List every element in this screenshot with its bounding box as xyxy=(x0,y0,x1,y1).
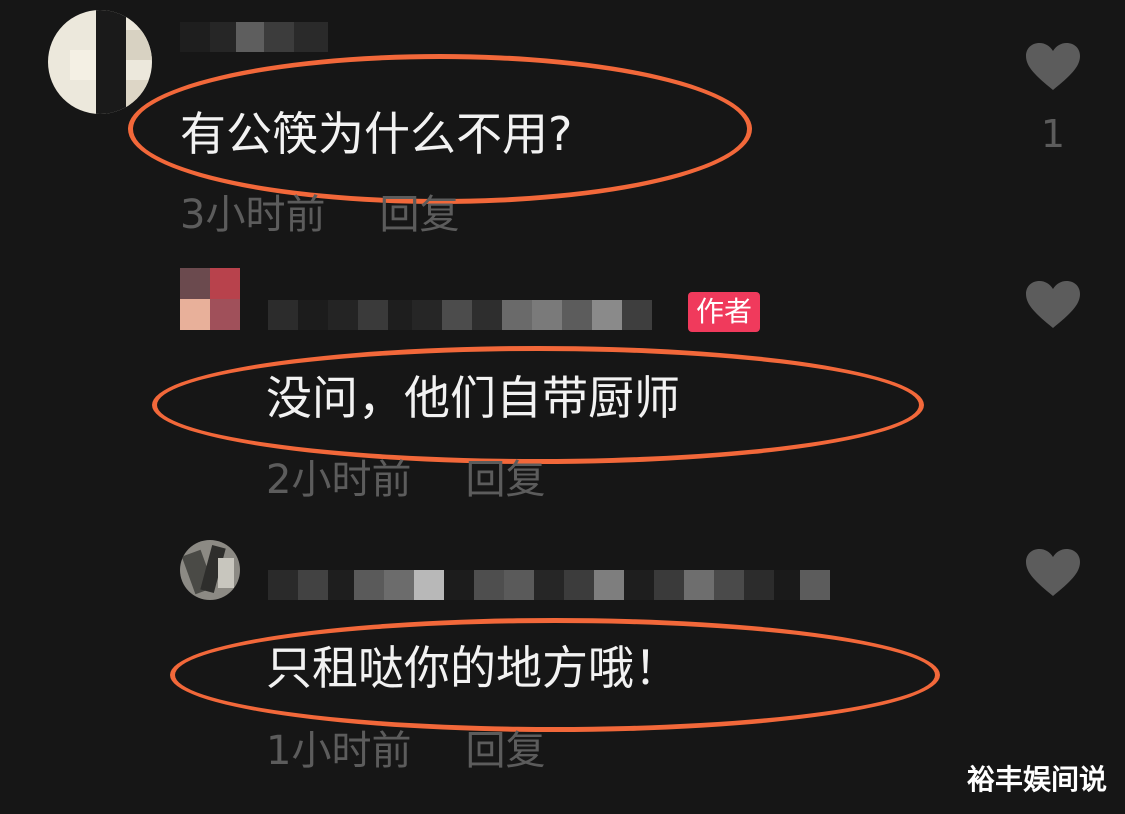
like-button[interactable] xyxy=(1023,280,1083,330)
username-redacted[interactable] xyxy=(268,300,652,330)
author-badge: 作者 xyxy=(688,292,761,332)
like-count: 1 xyxy=(1040,112,1066,156)
avatar[interactable] xyxy=(48,10,152,114)
comment-text[interactable]: 只租哒你的地方哦！ xyxy=(266,638,680,698)
comment-text[interactable]: 有公筷为什么不用? xyxy=(180,104,572,164)
heart-icon xyxy=(1026,549,1080,596)
reply-button[interactable]: 回复 xyxy=(465,728,545,774)
like-button[interactable]: 1 xyxy=(1023,42,1083,156)
reply-button[interactable]: 回复 xyxy=(379,192,459,238)
comment-meta: 2小时前 回复 xyxy=(266,455,545,505)
reply-button[interactable]: 回复 xyxy=(465,457,545,503)
avatar[interactable] xyxy=(180,268,240,330)
comment-item: 作者 没问，他们自带厨师 2小时前 回复 xyxy=(0,260,1125,520)
comment-meta: 3小时前 回复 xyxy=(180,190,459,240)
comment-item: 只租哒你的地方哦！ 1小时前 回复 xyxy=(0,530,1125,814)
avatar[interactable] xyxy=(180,540,240,600)
comment-item: 有公筷为什么不用? 3小时前 回复 1 xyxy=(0,0,1125,240)
like-button[interactable] xyxy=(1023,548,1083,598)
timestamp: 2小时前 xyxy=(266,457,412,503)
heart-icon xyxy=(1026,43,1080,90)
timestamp: 3小时前 xyxy=(180,192,326,238)
timestamp: 1小时前 xyxy=(266,728,412,774)
username-redacted[interactable] xyxy=(268,570,830,600)
comment-meta: 1小时前 回复 xyxy=(266,726,545,776)
heart-icon xyxy=(1026,281,1080,328)
comment-text[interactable]: 没问，他们自带厨师 xyxy=(266,368,680,428)
watermark: 裕丰娱间说 xyxy=(966,763,1107,796)
username-redacted[interactable] xyxy=(180,22,328,52)
